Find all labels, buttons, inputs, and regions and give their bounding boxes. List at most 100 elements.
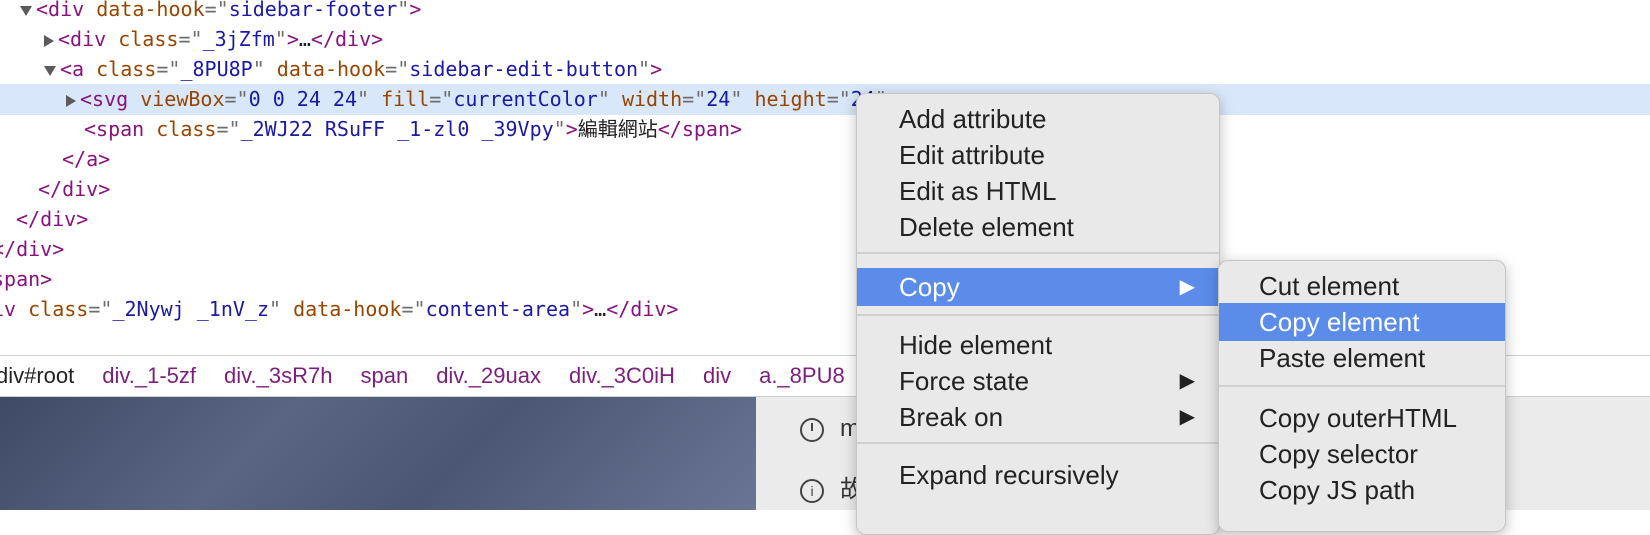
context-menu-item[interactable]: Expand recursively [857,456,1219,494]
submenu-arrow-icon: ▶ [1179,370,1195,392]
breadcrumb-item[interactable]: div._3C0iH [569,363,675,388]
context-menu[interactable]: Add attribute Edit attribute Edit as HTML D… [856,93,1220,535]
menu-separator [857,442,1219,444]
tag-name: <div [58,27,107,51]
menu-item-label: Edit as HTML [899,176,1057,206]
code-punct: " [397,0,410,21]
context-menu-item[interactable]: Edit as HTML [857,172,1219,210]
tag-name: <a [60,57,85,81]
submenu-item[interactable]: Paste element [1219,339,1505,377]
code-punct: =" [156,57,181,81]
menu-item-label: Copy element [1259,307,1420,337]
context-menu-item[interactable]: Break on ▶ [857,398,1219,436]
context-menu-item[interactable]: Edit attribute [857,136,1219,174]
context-menu-item[interactable]: Hide element [857,326,1219,364]
node-text: 編輯網站 [577,117,658,141]
disclosure-collapsed-icon[interactable] [44,34,54,47]
context-menu-item[interactable]: Add attribute [857,100,1219,138]
breadcrumb-item[interactable]: div [703,363,731,388]
submenu-item[interactable]: Cut element [1219,267,1505,305]
submenu-item[interactable]: Copy JS path [1219,471,1505,509]
hero-image [0,397,756,510]
attr-value: sidebar-footer [228,0,398,21]
breadcrumb-item[interactable]: a._8PU8 [759,363,845,388]
attr-value: _2WJ22 RSuFF _1-zl0 _39Vpy [240,117,554,141]
submenu-item[interactable]: Copy outerHTML [1219,399,1505,437]
tag-bracket: > [286,27,299,51]
code-punct: " [356,87,370,111]
code-punct: =" [429,87,454,111]
dom-node-row[interactable]: <svg viewBox="0 0 24 24" fill="currentCo… [0,84,1650,115]
attr-name: viewBox [140,87,225,111]
breadcrumb-item[interactable]: div._3sR7h [224,363,332,388]
dom-node-row[interactable]: </a> [0,144,1650,175]
code-punct: " [252,57,265,81]
dom-node-row[interactable]: <div class="_3jZfm">…</div> [0,24,1650,55]
dom-node-row[interactable]: </div> [0,174,1650,205]
code-punct: " [638,57,651,81]
code-punct: =" [224,87,249,111]
submenu-arrow-icon: ▶ [1179,276,1195,298]
tag-bracket: > [409,0,422,21]
attr-name: class [96,57,157,81]
code-punct: " [274,27,287,51]
dom-node-row[interactable]: <div data-hook="sidebar-footer"> [0,0,1650,25]
context-menu-item[interactable]: Copy ▶ [857,268,1219,306]
dom-node-row[interactable]: </div> [0,204,1650,235]
menu-item-label: Expand recursively [899,460,1119,490]
dom-node-content: <span class="_2WJ22 RSuFF _1-zl0 _39Vpy"… [84,114,742,145]
code-punct: =" [682,87,707,111]
code-punct: =" [401,297,426,321]
dom-node-content: <div class="_3jZfm">…</div> [44,24,383,55]
attr-value: _3jZfm [202,27,275,51]
attr-value: currentColor [453,87,598,111]
disclosure-collapsed-icon[interactable] [66,94,76,107]
menu-item-label: Copy selector [1259,439,1418,469]
menu-separator [1219,385,1505,387]
code-punct: " [570,297,583,321]
breadcrumb-item[interactable]: div#root [0,363,74,388]
attr-name: class [28,297,89,321]
menu-item-label: Edit attribute [899,140,1045,170]
breadcrumb-item[interactable]: span [360,363,408,388]
dom-node-content: </a> [62,144,110,175]
node-text: … [594,297,607,321]
submenu-item[interactable]: Copy selector [1219,435,1505,473]
closing-tag: </div> [38,177,111,201]
dom-node-content: <a class="_8PU8P" data-hook="sidebar-edi… [44,54,662,85]
closing-tag: </a> [62,147,111,171]
dom-node-content: </div> [16,204,88,235]
disclosure-expanded-icon[interactable] [44,65,56,76]
code-punct: =" [826,87,851,111]
dom-node-row[interactable]: <span class="_2WJ22 RSuFF _1-zl0 _39Vpy"… [0,114,1650,145]
tag-name: <div [36,0,85,21]
menu-separator [857,314,1219,316]
code-punct: " [597,87,610,111]
tag-bracket: > [582,297,595,321]
tag-name: iv [0,297,17,321]
closing-tag: </div> [310,27,384,51]
tag-name: span> [0,267,53,291]
code-punct: " [730,87,743,111]
attr-value: 24 [706,87,731,111]
attr-name: class [118,27,179,51]
submenu-item[interactable]: Copy element [1219,303,1505,341]
disclosure-expanded-icon[interactable] [20,5,32,16]
menu-item-label: Cut element [1259,271,1400,301]
tag-bracket: > [565,117,578,141]
attr-name: height [754,87,827,111]
breadcrumb-item[interactable]: div._29uax [436,363,541,388]
menu-item-label: Copy [899,272,960,302]
copy-submenu[interactable]: Cut element Copy element Paste element Copy… [1218,260,1506,532]
code-punct: " [553,117,566,141]
context-menu-item[interactable]: Force state ▶ [857,362,1219,400]
breadcrumb-item[interactable]: div._1-5zf [102,363,196,388]
dom-node-row[interactable]: <a class="_8PU8P" data-hook="sidebar-edi… [0,54,1650,85]
menu-item-label: Add attribute [899,104,1047,134]
context-menu-item[interactable]: Delete element [857,208,1219,246]
